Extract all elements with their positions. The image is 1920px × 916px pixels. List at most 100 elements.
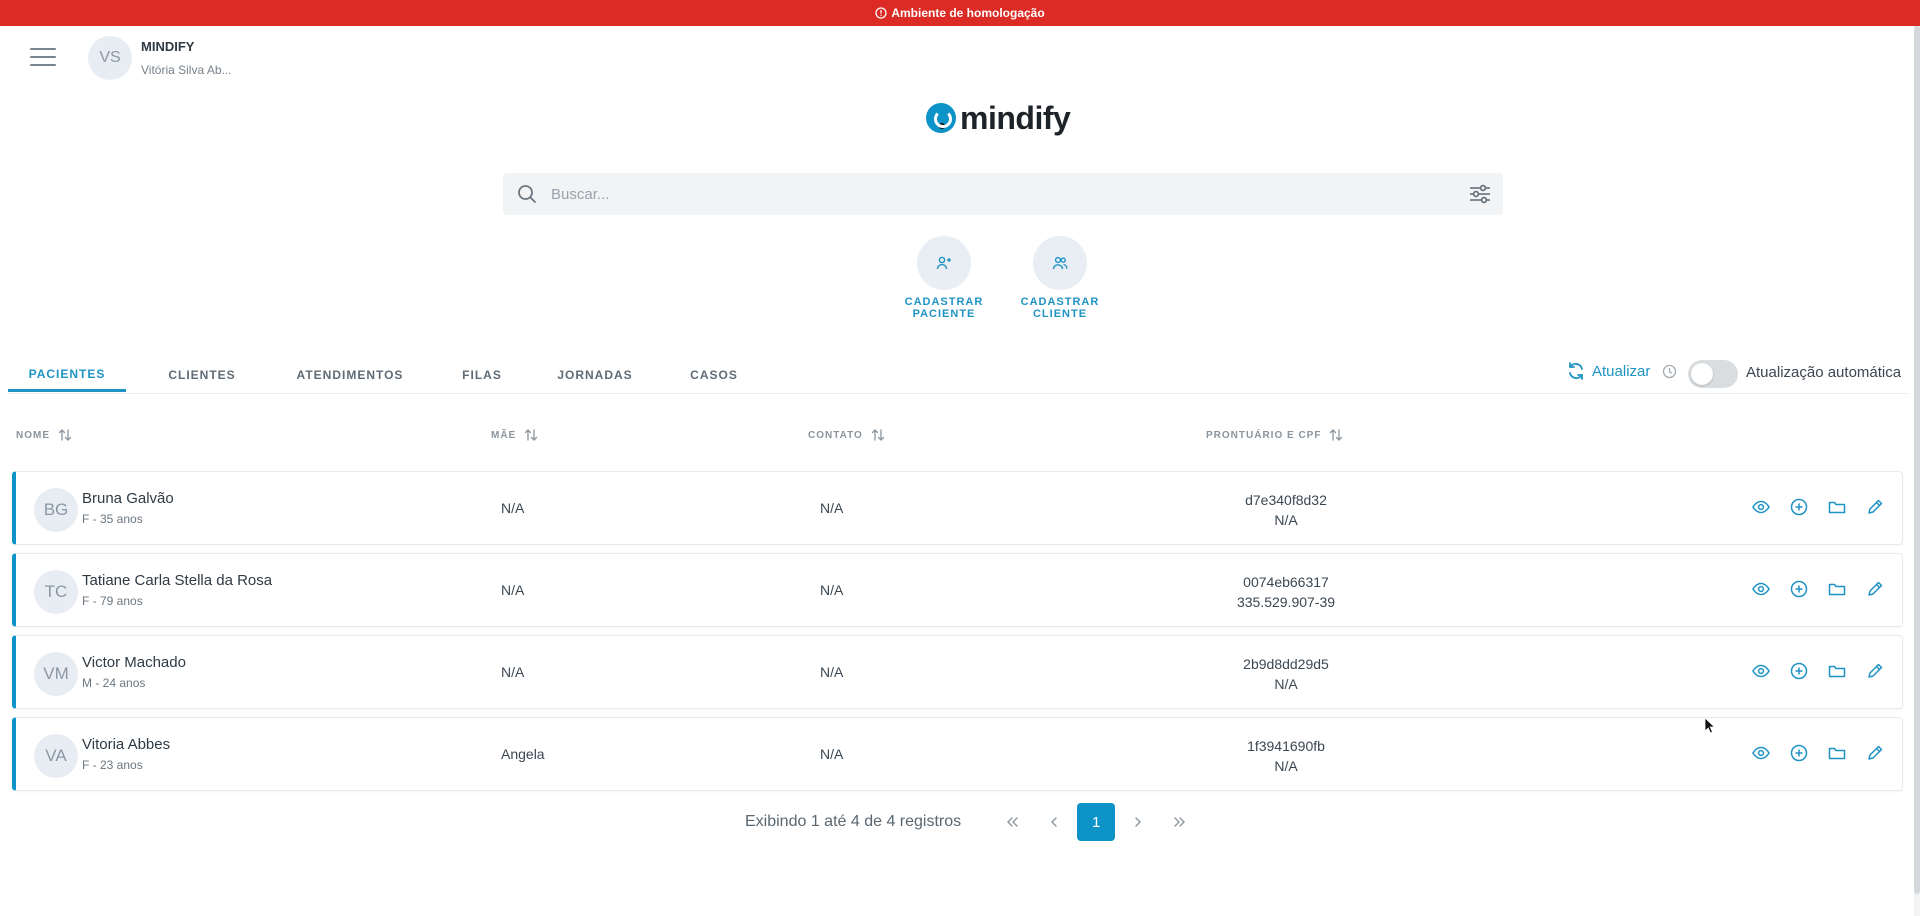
pencil-icon[interactable] xyxy=(1866,580,1884,598)
record-id: 2b9d8dd29d5 xyxy=(1243,656,1329,672)
patient-mother: Angela xyxy=(501,746,545,762)
folder-icon[interactable] xyxy=(1828,744,1846,762)
pencil-icon[interactable] xyxy=(1866,498,1884,516)
refresh-label[interactable]: Atualizar xyxy=(1592,363,1650,380)
pencil-icon[interactable] xyxy=(1866,744,1884,762)
record-cpf: N/A xyxy=(1274,676,1298,692)
register-client-circle[interactable] xyxy=(1033,236,1087,290)
eye-icon[interactable] xyxy=(1752,498,1770,516)
last-page-button[interactable] xyxy=(1159,803,1201,841)
pagination: Exibindo 1 até 4 de 4 registros 1 xyxy=(745,803,1201,841)
patient-record: 2b9d8dd29d5 N/A xyxy=(1176,654,1396,694)
previous-page-button[interactable] xyxy=(1033,803,1075,841)
folder-icon[interactable] xyxy=(1828,498,1846,516)
folder-icon[interactable] xyxy=(1828,662,1846,680)
patient-contact: N/A xyxy=(820,664,844,680)
header-mae[interactable]: MÃE xyxy=(491,428,538,442)
sort-icon xyxy=(871,429,884,441)
header-contato-label: CONTATO xyxy=(808,429,863,441)
tab-pacientes[interactable]: PACIENTES xyxy=(8,358,126,392)
patient-avatar: VM xyxy=(34,652,78,696)
users-icon xyxy=(1052,256,1068,270)
tab-jornadas[interactable]: JORNADAS xyxy=(542,358,648,392)
tab-atendimentos[interactable]: ATENDIMENTOS xyxy=(278,358,422,392)
scrollbar-thumb[interactable] xyxy=(1914,26,1920,894)
patient-name: Victor Machado xyxy=(82,654,186,671)
auto-refresh-toggle[interactable] xyxy=(1688,360,1738,388)
eye-icon[interactable] xyxy=(1752,744,1770,762)
page-button-current[interactable]: 1 xyxy=(1077,803,1116,841)
row-actions xyxy=(1752,662,1884,680)
patient-record: 0074eb66317 335.529.907-39 xyxy=(1176,572,1396,612)
register-patient-label[interactable]: CADASTRAR PACIENTE xyxy=(889,296,999,320)
register-patient-circle[interactable] xyxy=(917,236,971,290)
plus-circle-icon[interactable] xyxy=(1790,744,1808,762)
chevrons-right-icon xyxy=(1174,817,1186,827)
record-cpf: N/A xyxy=(1274,758,1298,774)
table-row[interactable]: BG Bruna Galvão F - 35 anos N/A N/A d7e3… xyxy=(12,471,1903,545)
search-input[interactable] xyxy=(551,173,1431,215)
plus-circle-icon[interactable] xyxy=(1790,498,1808,516)
search-bar xyxy=(503,173,1503,215)
patient-contact: N/A xyxy=(820,746,844,762)
patient-mother: N/A xyxy=(501,500,525,516)
page-scrollbar[interactable] xyxy=(1914,26,1920,916)
header-contato[interactable]: CONTATO xyxy=(808,428,885,442)
sort-icon xyxy=(1330,429,1343,441)
header-prontuario-cpf[interactable]: PRONTUÁRIO E CPF xyxy=(1206,428,1343,442)
row-actions xyxy=(1752,498,1884,516)
filter-settings-icon[interactable] xyxy=(1469,184,1491,204)
refresh-button[interactable]: Atualizar xyxy=(1566,361,1650,381)
record-cpf: N/A xyxy=(1274,512,1298,528)
row-actions xyxy=(1752,744,1884,762)
first-page-button[interactable] xyxy=(991,803,1033,841)
user-avatar[interactable]: VS xyxy=(88,36,132,80)
register-patient-button[interactable]: CADASTRAR PACIENTE xyxy=(889,236,999,320)
register-client-button[interactable]: CADASTRAR CLIENTE xyxy=(1005,236,1115,320)
header-nome-label: NOME xyxy=(16,429,50,441)
record-id: 0074eb66317 xyxy=(1243,574,1329,590)
patient-avatar: TC xyxy=(34,570,78,614)
patient-name: Tatiane Carla Stella da Rosa xyxy=(82,572,273,589)
pencil-icon[interactable] xyxy=(1866,662,1884,680)
alert-circle-icon xyxy=(875,7,887,19)
chevrons-left-icon xyxy=(1007,817,1018,827)
user-org-name[interactable]: MINDIFY xyxy=(141,39,194,54)
header-nome[interactable]: NOME xyxy=(16,428,72,442)
pagination-info: Exibindo 1 até 4 de 4 registros xyxy=(745,813,962,830)
patient-mother: N/A xyxy=(501,582,525,598)
tab-clientes[interactable]: CLIENTES xyxy=(150,358,254,392)
mindify-logo-icon xyxy=(926,103,956,133)
patient-sex-age: M - 24 anos xyxy=(82,676,146,690)
environment-banner-text: Ambiente de homologação xyxy=(891,6,1045,20)
mouse-cursor-icon xyxy=(1704,717,1716,734)
tab-casos[interactable]: CASOS xyxy=(672,358,756,392)
top-bar: VS MINDIFY Vitória Silva Ab... xyxy=(0,26,1914,90)
patient-avatar: BG xyxy=(34,488,78,532)
patient-record: 1f3941690fb N/A xyxy=(1176,736,1396,776)
row-actions xyxy=(1752,580,1884,598)
sort-icon xyxy=(58,429,72,441)
header-mae-label: MÃE xyxy=(491,429,517,441)
plus-circle-icon[interactable] xyxy=(1790,580,1808,598)
user-name[interactable]: Vitória Silva Ab... xyxy=(141,63,232,77)
table-row[interactable]: VA Vitoria Abbes F - 23 anos Angela N/A … xyxy=(12,717,1903,791)
header-prontuario-label: PRONTUÁRIO E CPF xyxy=(1206,429,1322,441)
patient-avatar: VA xyxy=(34,734,78,778)
logo-text: mindify xyxy=(960,100,1071,136)
folder-icon[interactable] xyxy=(1828,580,1846,598)
environment-banner: Ambiente de homologação xyxy=(0,0,1920,26)
register-client-label[interactable]: CADASTRAR CLIENTE xyxy=(1005,296,1115,320)
eye-icon[interactable] xyxy=(1752,662,1770,680)
record-id: d7e340f8d32 xyxy=(1245,492,1327,508)
refresh-icon xyxy=(1569,362,1583,380)
next-page-button[interactable] xyxy=(1117,803,1159,841)
tab-filas[interactable]: FILAS xyxy=(446,358,518,392)
chevron-left-icon xyxy=(1051,817,1057,827)
plus-circle-icon[interactable] xyxy=(1790,662,1808,680)
eye-icon[interactable] xyxy=(1752,580,1770,598)
sort-icon xyxy=(525,429,538,441)
hamburger-menu-icon[interactable] xyxy=(30,48,56,68)
table-row[interactable]: TC Tatiane Carla Stella da Rosa F - 79 a… xyxy=(12,553,1903,627)
table-row[interactable]: VM Victor Machado M - 24 anos N/A N/A 2b… xyxy=(12,635,1903,709)
